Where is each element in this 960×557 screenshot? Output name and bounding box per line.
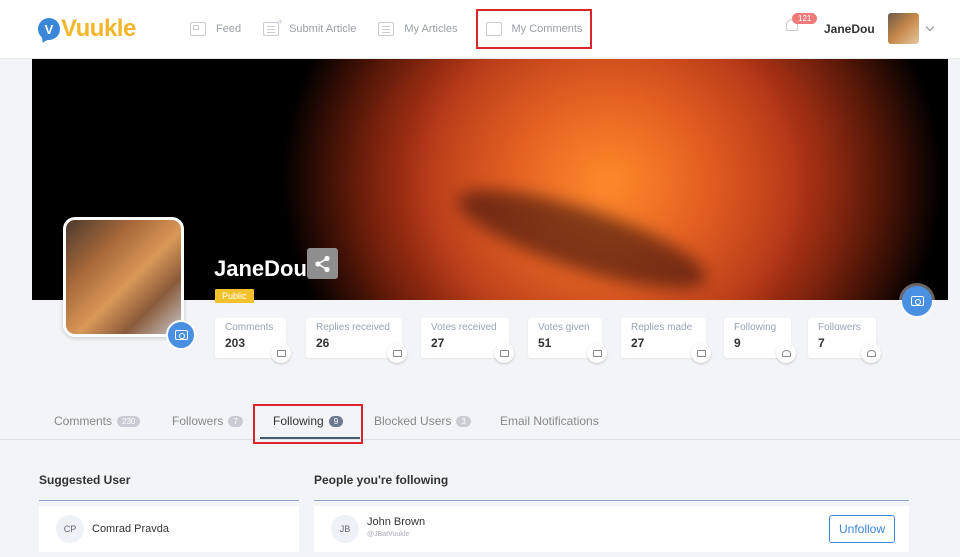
profile-tabs: Comments 230 Followers 7 Following 9 Blo… [0,404,960,440]
stat-value: 26 [316,336,330,350]
profile-avatar [63,217,184,337]
following-user-row [314,506,909,552]
stat-value: 27 [631,336,645,350]
tab-label: Blocked Users [374,414,452,428]
tab-followers[interactable]: Followers 7 [172,414,243,428]
stat-label: Votes given [538,322,590,333]
comment-bubble-icon [485,22,502,36]
profile-name: JaneDou [214,256,307,281]
camera-icon [910,296,924,306]
reply-made-icon [691,343,711,363]
reply-icon [387,343,407,363]
grid-icon [190,22,206,36]
stat-label: Following [734,322,777,333]
stat-value: 27 [431,336,445,350]
camera-icon [174,330,188,340]
nav-submit-article[interactable]: Submit Article [263,16,356,42]
following-divider [314,500,909,501]
stat-label: Comments [225,322,274,333]
top-header: V Vuukle Feed Submit Article My Articles… [0,0,960,59]
nav-my-comments-label: My Comments [511,23,583,35]
heart-plus-icon [494,343,514,363]
main-nav: Feed Submit Article My Articles My Comme… [190,9,614,49]
visibility-badge: Public [215,289,254,303]
tab-blocked-users[interactable]: Blocked Users 3 [374,414,471,428]
stat-votes-received[interactable]: Votes received 27 [421,318,514,363]
tab-count: 7 [228,415,243,427]
user-initials: CP [56,515,84,543]
tab-count: 230 [117,415,141,427]
notification-badge: 121 [792,13,818,24]
articles-icon [378,22,395,36]
header-avatar[interactable] [888,13,919,44]
avatar-camera-button[interactable] [166,320,196,350]
nav-my-articles-label: My Articles [404,23,458,35]
users-icon [776,343,796,363]
suggested-user-name[interactable]: Comrad Pravda [92,523,169,535]
nav-my-articles[interactable]: My Articles [378,16,458,42]
comment-icon [271,343,291,363]
stat-comments[interactable]: Comments 203 [215,318,291,363]
tab-count: 3 [456,415,471,427]
stat-label: Followers [818,322,861,333]
stat-followers[interactable]: Followers 7 [808,318,881,363]
following-user-handle: @JBatVuukle [367,531,410,538]
stat-value: 9 [734,336,741,350]
unfollow-button[interactable]: Unfollow [829,515,895,543]
nav-my-comments[interactable]: My Comments [475,9,593,49]
following-user-name[interactable]: John Brown [367,516,425,528]
tab-label: Followers [172,414,224,428]
stat-label: Votes received [431,322,497,333]
stat-label: Replies received [316,322,390,333]
logo-badge: V [38,18,60,40]
tab-email-notifications[interactable]: Email Notifications [500,414,599,428]
stat-value: 203 [225,336,246,350]
tab-label: Email Notifications [500,414,599,428]
user-initials: JB [331,515,359,543]
logo-text: Vuukle [61,15,136,42]
header-username[interactable]: JaneDou [824,22,875,36]
tab-label: Comments [54,414,113,428]
stat-replies-made[interactable]: Replies made 27 [621,318,711,363]
nav-submit-article-label: Submit Article [289,23,357,35]
heart-icon [587,343,607,363]
add-article-icon [263,17,283,36]
active-tab-highlight [253,404,363,444]
stat-label: Replies made [631,322,693,333]
nav-feed[interactable]: Feed [190,16,241,42]
suggested-title: Suggested User [39,473,131,487]
stat-following[interactable]: Following 9 [724,318,796,363]
stat-value: 51 [538,336,552,350]
stat-replies-received[interactable]: Replies received 26 [306,318,407,363]
nav-feed-label: Feed [216,23,242,35]
cover-camera-button[interactable] [902,286,932,316]
tab-comments[interactable]: Comments 230 [54,414,141,428]
chevron-down-icon[interactable] [925,22,935,32]
stat-value: 7 [818,336,825,350]
vuukle-logo[interactable]: V Vuukle [38,14,136,44]
following-title: People you're following [314,473,449,487]
stat-votes-given[interactable]: Votes given 51 [528,318,607,363]
suggested-divider [39,500,299,501]
share-icon [314,255,330,272]
followers-icon [861,343,881,363]
share-button[interactable] [307,248,338,279]
